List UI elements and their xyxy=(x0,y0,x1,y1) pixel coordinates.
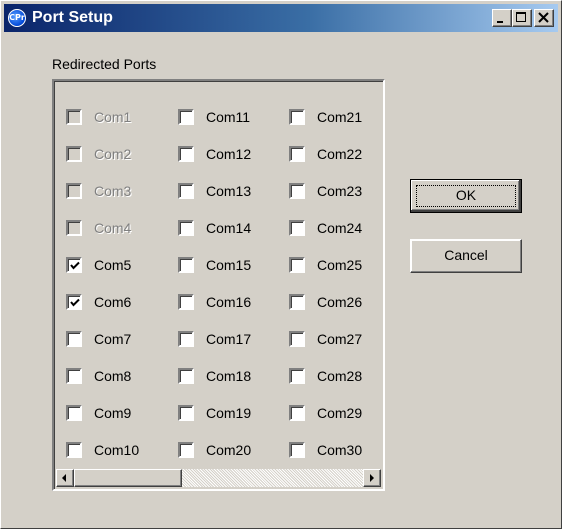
checkbox-label: Com29 xyxy=(317,405,363,421)
close-icon xyxy=(538,12,549,23)
scroll-left-arrow-icon xyxy=(62,474,66,482)
checkbox-label: Com4 xyxy=(94,220,132,236)
scroll-thumb[interactable] xyxy=(74,469,182,487)
caption-buttons xyxy=(492,9,554,27)
title-bar[interactable]: CPr Port Setup xyxy=(4,4,558,32)
checkbox-label: Com6 xyxy=(94,294,132,310)
checkbox-box[interactable] xyxy=(289,257,305,273)
checkbox-label: Com3 xyxy=(94,183,132,199)
minimize-button[interactable] xyxy=(492,9,512,27)
checkbox-box[interactable] xyxy=(66,294,82,310)
checkbox-label: Com9 xyxy=(94,405,132,421)
checkbox-box[interactable] xyxy=(66,442,82,458)
close-button[interactable] xyxy=(534,9,554,27)
checkbox-label: Com11 xyxy=(206,109,251,125)
checkbox-box xyxy=(66,146,82,162)
scroll-right-button[interactable] xyxy=(363,469,381,487)
checkbox-box[interactable] xyxy=(178,442,194,458)
checkbox-box[interactable] xyxy=(289,109,305,125)
checkbox-label: Com17 xyxy=(206,331,252,347)
checkbox-label: Com19 xyxy=(206,405,252,421)
checkbox-label: Com26 xyxy=(317,294,363,310)
checkbox-box[interactable] xyxy=(178,331,194,347)
checkbox-label: Com12 xyxy=(206,146,252,162)
checkbox-label: Com21 xyxy=(317,109,363,125)
checkbox-box[interactable] xyxy=(289,220,305,236)
checkbox-label: Com15 xyxy=(206,257,252,273)
checkbox-label: Com23 xyxy=(317,183,363,199)
checkbox-box[interactable] xyxy=(66,405,82,421)
checkbox-label: Com2 xyxy=(94,146,132,162)
checkbox-box[interactable] xyxy=(66,331,82,347)
checkbox-label: Com28 xyxy=(317,368,363,384)
checkbox-box[interactable] xyxy=(289,405,305,421)
maximize-button[interactable] xyxy=(512,9,532,27)
checkbox-box[interactable] xyxy=(178,220,194,236)
checkbox-label: Com30 xyxy=(317,442,363,458)
checkbox-box[interactable] xyxy=(178,368,194,384)
checkmark-icon xyxy=(70,298,80,307)
redirected-ports-group: Com1 Com2 Com3 Com4 Com5 Com6 Com7 Com8 Com9 Com1… xyxy=(52,79,385,491)
checkbox-box xyxy=(66,109,82,125)
checkbox-label: Com20 xyxy=(206,442,252,458)
checkbox-label: Com5 xyxy=(94,257,132,273)
cancel-button[interactable]: Cancel xyxy=(410,239,522,273)
checkbox-label: Com7 xyxy=(94,331,132,347)
window-title: Port Setup xyxy=(32,9,113,26)
port-setup-dialog: CPr Port Setup Redirected Ports Com1 Com… xyxy=(0,0,562,529)
checkbox-label: Com13 xyxy=(206,183,252,199)
group-label: Redirected Ports xyxy=(52,56,157,72)
checkbox-box[interactable] xyxy=(178,257,194,273)
checkbox-box[interactable] xyxy=(289,183,305,199)
app-icon: CPr xyxy=(8,9,26,27)
checkbox-box[interactable] xyxy=(289,368,305,384)
checkbox-box xyxy=(66,220,82,236)
checkbox-box xyxy=(66,183,82,199)
checkbox-box[interactable] xyxy=(178,294,194,310)
checkbox-box[interactable] xyxy=(178,146,194,162)
checkbox-label: Com8 xyxy=(94,368,132,384)
focus-rectangle xyxy=(416,185,516,207)
horizontal-scrollbar[interactable] xyxy=(56,469,381,487)
checkbox-box[interactable] xyxy=(289,146,305,162)
checkbox-box[interactable] xyxy=(178,183,194,199)
checkbox-box[interactable] xyxy=(66,368,82,384)
checkbox-label: Com24 xyxy=(317,220,363,236)
checkbox-label: Com25 xyxy=(317,257,363,273)
checkbox-box[interactable] xyxy=(178,405,194,421)
checkbox-box[interactable] xyxy=(289,442,305,458)
checkbox-box[interactable] xyxy=(289,331,305,347)
checkbox-label: Com14 xyxy=(206,220,252,236)
checkbox-label: Com27 xyxy=(317,331,363,347)
checkmark-icon xyxy=(70,261,80,270)
checkbox-box[interactable] xyxy=(178,109,194,125)
checkbox-label: Com18 xyxy=(206,368,252,384)
scroll-right-arrow-icon xyxy=(370,474,374,482)
checkbox-label: Com10 xyxy=(94,442,140,458)
scroll-left-button[interactable] xyxy=(56,469,74,487)
cancel-label: Cancel xyxy=(444,247,488,263)
checkbox-box[interactable] xyxy=(66,257,82,273)
checkbox-label: Com1 xyxy=(94,109,132,125)
checkbox-label: Com22 xyxy=(317,146,363,162)
ok-button[interactable]: OK xyxy=(410,179,522,213)
checkbox-box[interactable] xyxy=(289,294,305,310)
checkbox-label: Com16 xyxy=(206,294,252,310)
